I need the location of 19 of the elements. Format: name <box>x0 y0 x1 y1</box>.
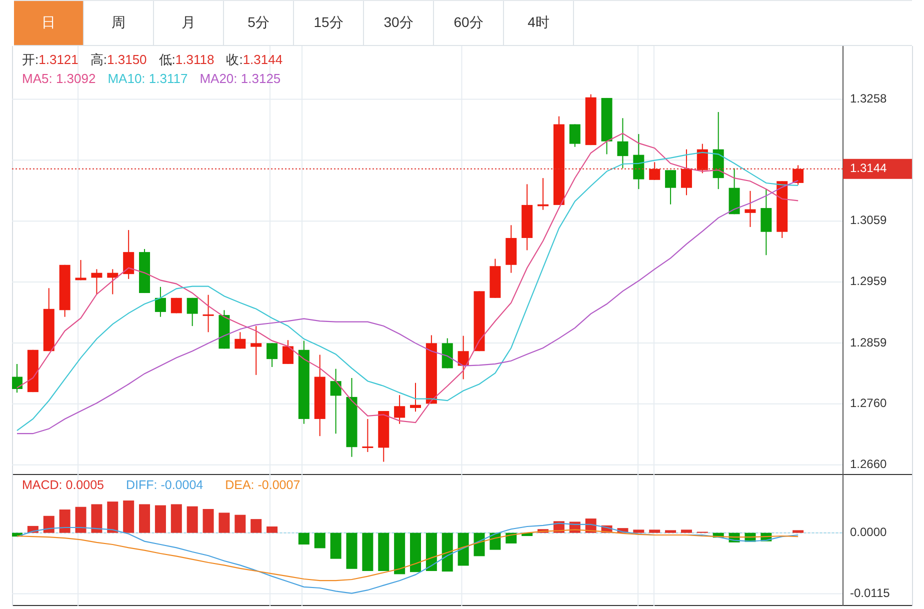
indicator-reading: DEA: -0.0007 <box>225 478 300 492</box>
price-reading: 高:1.3150 <box>90 51 147 69</box>
price-reading: 低:1.3118 <box>158 51 214 69</box>
last-price: 1.3144 <box>850 161 887 176</box>
indicator-reading: MACD: 0.0005 <box>22 478 104 492</box>
axis-label: 1.2660 <box>850 457 887 471</box>
axis-label: 1.3059 <box>850 213 887 228</box>
axis-label: 1.2959 <box>850 274 887 288</box>
axis-label: 1.3258 <box>850 91 887 106</box>
price-reading: 开:1.3121 <box>22 51 78 69</box>
axis-label: 0.0000 <box>850 525 887 540</box>
axis-label: 1.2760 <box>850 396 887 410</box>
price-reading: 收:1.3144 <box>226 51 283 69</box>
moving-average-reading: MA20: 1.3125 <box>200 71 281 86</box>
moving-average-reading: MA10: 1.3117 <box>108 71 188 86</box>
axis-label: -0.0115 <box>850 586 890 600</box>
moving-average-reading: MA5: 1.3092 <box>22 71 96 86</box>
axis-label: 1.2859 <box>850 335 887 350</box>
indicator-reading: DIFF: -0.0004 <box>126 478 204 492</box>
